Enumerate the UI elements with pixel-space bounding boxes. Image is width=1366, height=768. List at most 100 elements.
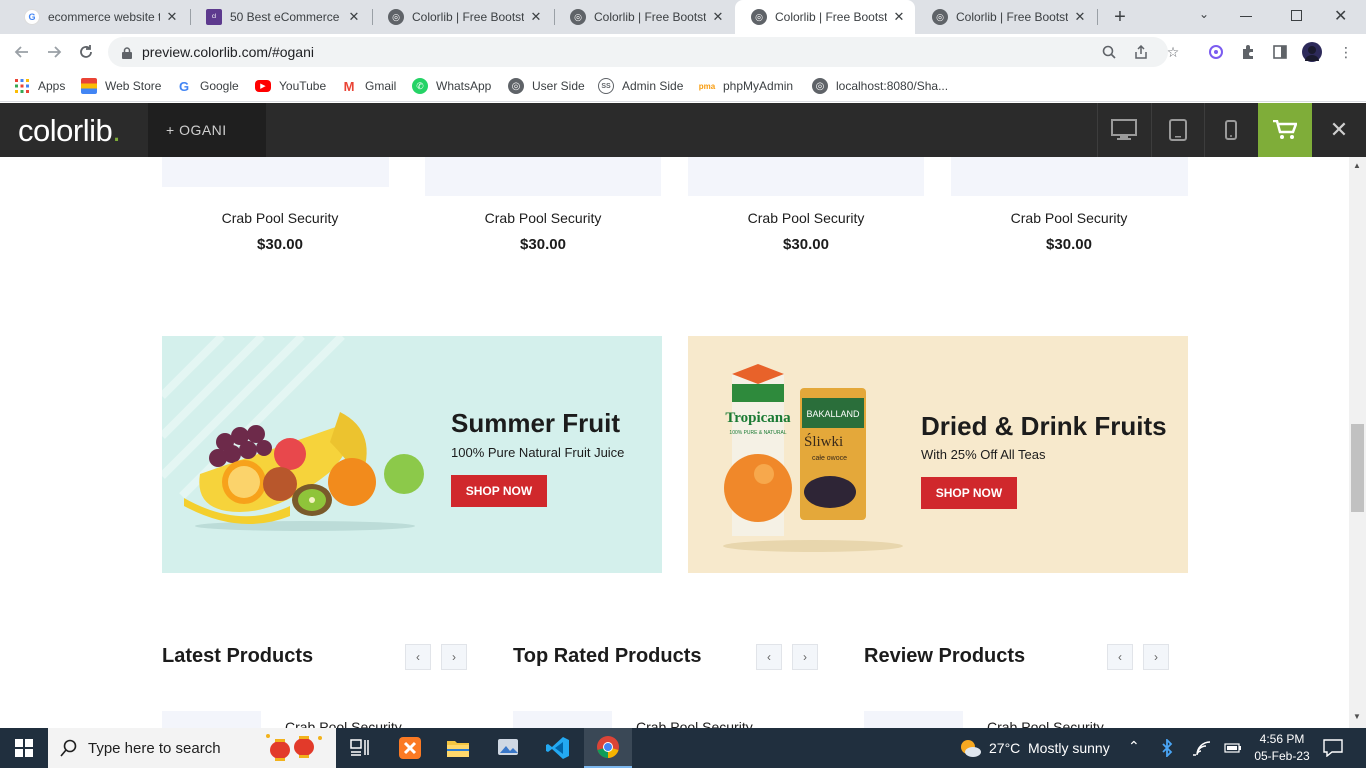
reload-button[interactable] [74, 40, 98, 64]
tab-search-icon[interactable]: ⌄ [1194, 7, 1214, 27]
chevron-right-icon: › [1154, 650, 1158, 664]
shop-now-button[interactable]: SHOP NOW [921, 477, 1017, 509]
vscode-button[interactable] [534, 728, 582, 768]
close-icon[interactable]: ✕ [891, 9, 907, 25]
clock-time[interactable]: 4:56 PM [1254, 732, 1310, 746]
shop-now-button[interactable]: SHOP NOW [451, 475, 547, 507]
review-next-button[interactable]: › [1143, 644, 1169, 670]
product-name[interactable]: Crab Pool Security [688, 210, 924, 226]
latest-next-button[interactable]: › [441, 644, 467, 670]
list-item-name[interactable]: Crab Pool Security [987, 719, 1104, 728]
list-item-image[interactable] [162, 711, 261, 728]
share-icon[interactable] [1130, 37, 1152, 67]
window-close-icon[interactable]: ✕ [1334, 6, 1350, 26]
avatar[interactable] [1302, 42, 1322, 62]
list-item-name[interactable]: Crab Pool Security [285, 719, 402, 728]
list-item-name[interactable]: Crab Pool Security [636, 719, 753, 728]
bookmark-gmail[interactable]: M Gmail [341, 76, 397, 96]
bookmark-admin-side[interactable]: SS Admin Side [598, 76, 683, 96]
weather-description[interactable]: Mostly sunny [1028, 740, 1110, 756]
extension-icon[interactable] [1206, 42, 1226, 62]
bookmark-web-store[interactable]: Web Store [81, 76, 161, 96]
address-bar[interactable]: preview.colorlib.com/#ogani ☆ [108, 37, 1179, 67]
bookmark-star-icon[interactable]: ☆ [1162, 37, 1184, 67]
product-image[interactable] [951, 157, 1188, 196]
new-tab-button[interactable]: + [1108, 5, 1132, 29]
close-icon[interactable]: ✕ [710, 9, 726, 25]
colorlib-logo[interactable]: colorlib. [18, 113, 121, 149]
scroll-up-icon[interactable]: ▲ [1353, 161, 1361, 170]
puzzle-icon[interactable] [1238, 42, 1258, 62]
tab-colorlib-4[interactable]: ◎ Colorlib | Free Bootstr ✕ [916, 0, 1096, 34]
bookmark-user-side[interactable]: ◎ User Side [508, 76, 585, 96]
close-icon[interactable]: ✕ [528, 9, 544, 25]
clock-date[interactable]: 05-Feb-23 [1254, 749, 1310, 763]
close-preview-button[interactable]: ✕ [1312, 103, 1366, 157]
desktop-view-button[interactable] [1097, 103, 1150, 157]
tablet-view-button[interactable] [1151, 103, 1204, 157]
close-icon[interactable]: ✕ [346, 9, 362, 25]
product-name[interactable]: Crab Pool Security [425, 210, 661, 226]
tab-colorlib-2[interactable]: ◎ Colorlib | Free Bootstr ✕ [554, 0, 734, 34]
bookmark-apps[interactable]: Apps [14, 76, 65, 96]
xampp-button[interactable] [386, 728, 434, 768]
mobile-view-button[interactable] [1204, 103, 1257, 157]
tab-ecommerce[interactable]: G ecommerce website te ✕ [8, 0, 188, 34]
bookmark-whatsapp[interactable]: ✆ WhatsApp [412, 76, 491, 96]
wifi-icon[interactable] [1192, 740, 1210, 756]
bookmark-youtube[interactable]: ▶ YouTube [255, 76, 326, 96]
bookmark-google[interactable]: G Google [176, 76, 239, 96]
banner-dried-fruits[interactable]: BAKALLAND Śliwki całe owoce Tropicana 10… [688, 336, 1188, 573]
chrome-button[interactable] [584, 728, 632, 768]
weather-temperature[interactable]: 27°C [989, 740, 1020, 756]
tab-colorlib-active[interactable]: ◎ Colorlib | Free Bootstr ✕ [735, 0, 915, 34]
bookmarks-bar: Apps Web Store G Google ▶ YouTube M Gmai… [0, 70, 1366, 102]
product-image[interactable] [162, 157, 389, 187]
top-rated-prev-button[interactable]: ‹ [756, 644, 782, 670]
bookmark-localhost[interactable]: ◎ localhost:8080/Sha... [812, 76, 948, 96]
forward-button[interactable] [42, 40, 66, 64]
latest-prev-button[interactable]: ‹ [405, 644, 431, 670]
product-name[interactable]: Crab Pool Security [951, 210, 1187, 226]
tab-colorlib-1[interactable]: ◎ Colorlib | Free Bootstr ✕ [372, 0, 552, 34]
product-image[interactable] [425, 157, 661, 196]
notifications-icon[interactable] [1323, 739, 1343, 757]
scrollbar-thumb[interactable] [1351, 424, 1364, 512]
list-item-image[interactable] [864, 711, 963, 728]
fruit-basket-image [184, 412, 424, 531]
side-panel-icon[interactable] [1270, 42, 1290, 62]
tab-50-best[interactable]: cl 50 Best eCommerce W ✕ [190, 0, 370, 34]
battery-icon[interactable] [1224, 742, 1242, 754]
tray-chevron-up-icon[interactable]: ⌃ [1128, 738, 1140, 755]
task-view-button[interactable] [336, 728, 384, 768]
product-name[interactable]: Crab Pool Security [162, 210, 398, 226]
cart-icon [1273, 120, 1297, 139]
scroll-down-icon[interactable]: ▼ [1353, 712, 1361, 721]
minimize-icon[interactable] [1240, 16, 1252, 17]
google-icon: G [178, 78, 190, 94]
list-item-image[interactable] [513, 711, 612, 728]
bookmark-phpmyadmin[interactable]: pma phpMyAdmin [699, 76, 793, 96]
theme-selector[interactable]: + OGANI [148, 103, 266, 157]
app-button[interactable] [484, 728, 532, 768]
restore-icon[interactable] [1291, 10, 1302, 21]
top-rated-next-button[interactable]: › [792, 644, 818, 670]
review-prev-button[interactable]: ‹ [1107, 644, 1133, 670]
menu-kebab-icon[interactable]: ⋮ [1336, 42, 1356, 62]
back-button[interactable] [10, 40, 34, 64]
zoom-icon[interactable] [1098, 37, 1120, 67]
product-image[interactable] [688, 157, 924, 196]
desktop-icon [1111, 119, 1137, 140]
bookmark-label: phpMyAdmin [723, 79, 794, 93]
weather-sun-icon[interactable] [958, 737, 982, 759]
bookmark-label: WhatsApp [436, 79, 492, 93]
taskbar-search-box[interactable]: Type here to search [48, 728, 336, 768]
banner-summer-fruit[interactable]: Summer Fruit 100% Pure Natural Fruit Jui… [162, 336, 662, 573]
close-icon[interactable]: ✕ [1072, 9, 1088, 25]
cart-button[interactable] [1258, 103, 1312, 157]
start-button[interactable] [0, 728, 48, 768]
bluetooth-icon[interactable] [1160, 739, 1174, 757]
bookmark-label: Admin Side [622, 79, 684, 93]
file-explorer-button[interactable] [434, 728, 482, 768]
close-icon[interactable]: ✕ [164, 9, 180, 25]
